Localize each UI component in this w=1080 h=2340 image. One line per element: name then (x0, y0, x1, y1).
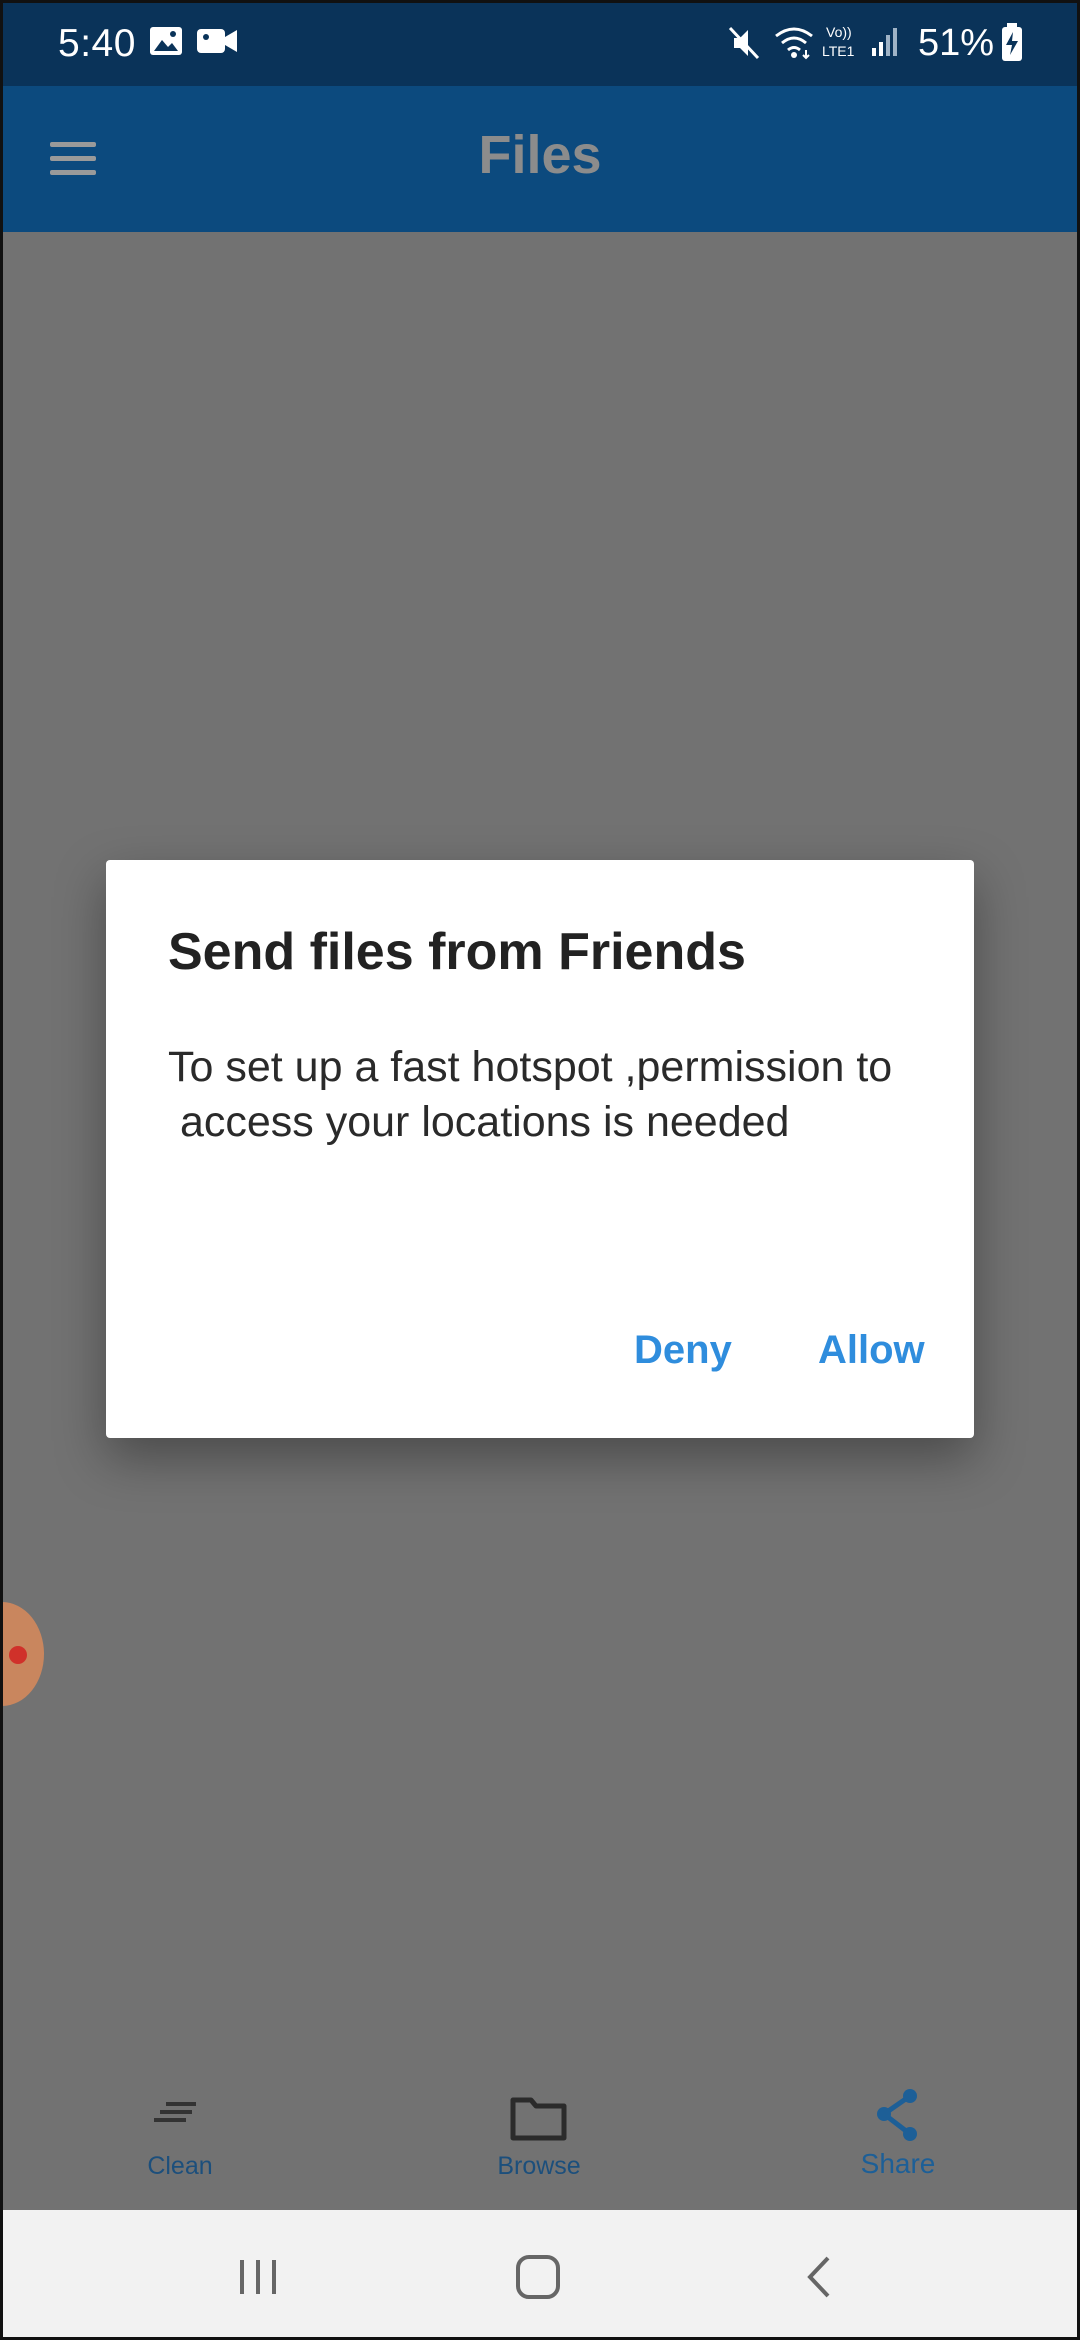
gallery-icon (149, 26, 183, 61)
tab-share-label: Share (860, 2148, 936, 2179)
svg-text:Vo)): Vo)) (826, 24, 852, 40)
share-icon (877, 2089, 917, 2141)
floating-bubble[interactable] (0, 1602, 44, 1706)
battery-charging-icon (1000, 22, 1024, 67)
wifi-icon (772, 24, 816, 65)
signal-icon (870, 26, 900, 63)
navigation-bar (0, 2210, 1080, 2340)
clean-lines-icon (154, 2102, 196, 2122)
status-bar: 5:40 Vo)) LTE1 51% (0, 0, 1080, 86)
dialog-message: To set up a fast hotspot ,permission to … (168, 1043, 893, 1146)
home-icon[interactable] (498, 2240, 578, 2310)
volte-lte-icon: Vo)) LTE1 (822, 22, 868, 65)
svg-text:LTE1: LTE1 (822, 43, 855, 59)
dialog-title: Send files from Friends (168, 923, 746, 981)
tab-browse-label: Browse (497, 2152, 581, 2180)
tab-clean[interactable]: Clean (80, 2060, 280, 2210)
permission-dialog: Send files from Friends To set up a fast… (106, 860, 974, 1438)
red-dot-icon (9, 1646, 27, 1664)
allow-button[interactable]: Allow (818, 1328, 925, 1373)
back-icon[interactable] (778, 2240, 858, 2310)
page-title: Files (478, 125, 602, 185)
bottom-tab-bar: Clean Browse Share (0, 2060, 1080, 2210)
tab-share[interactable]: Share (798, 2060, 998, 2210)
video-camera-icon (196, 26, 238, 61)
deny-button[interactable]: Deny (634, 1328, 732, 1373)
mute-icon (728, 26, 760, 65)
app-bar: Files (0, 86, 1080, 232)
status-time: 5:40 (58, 22, 136, 65)
battery-percent: 51% (918, 22, 995, 64)
folder-icon (510, 2097, 567, 2141)
tab-clean-label: Clean (147, 2152, 213, 2180)
tab-browse[interactable]: Browse (439, 2060, 639, 2210)
recent-apps-icon[interactable] (218, 2240, 298, 2310)
